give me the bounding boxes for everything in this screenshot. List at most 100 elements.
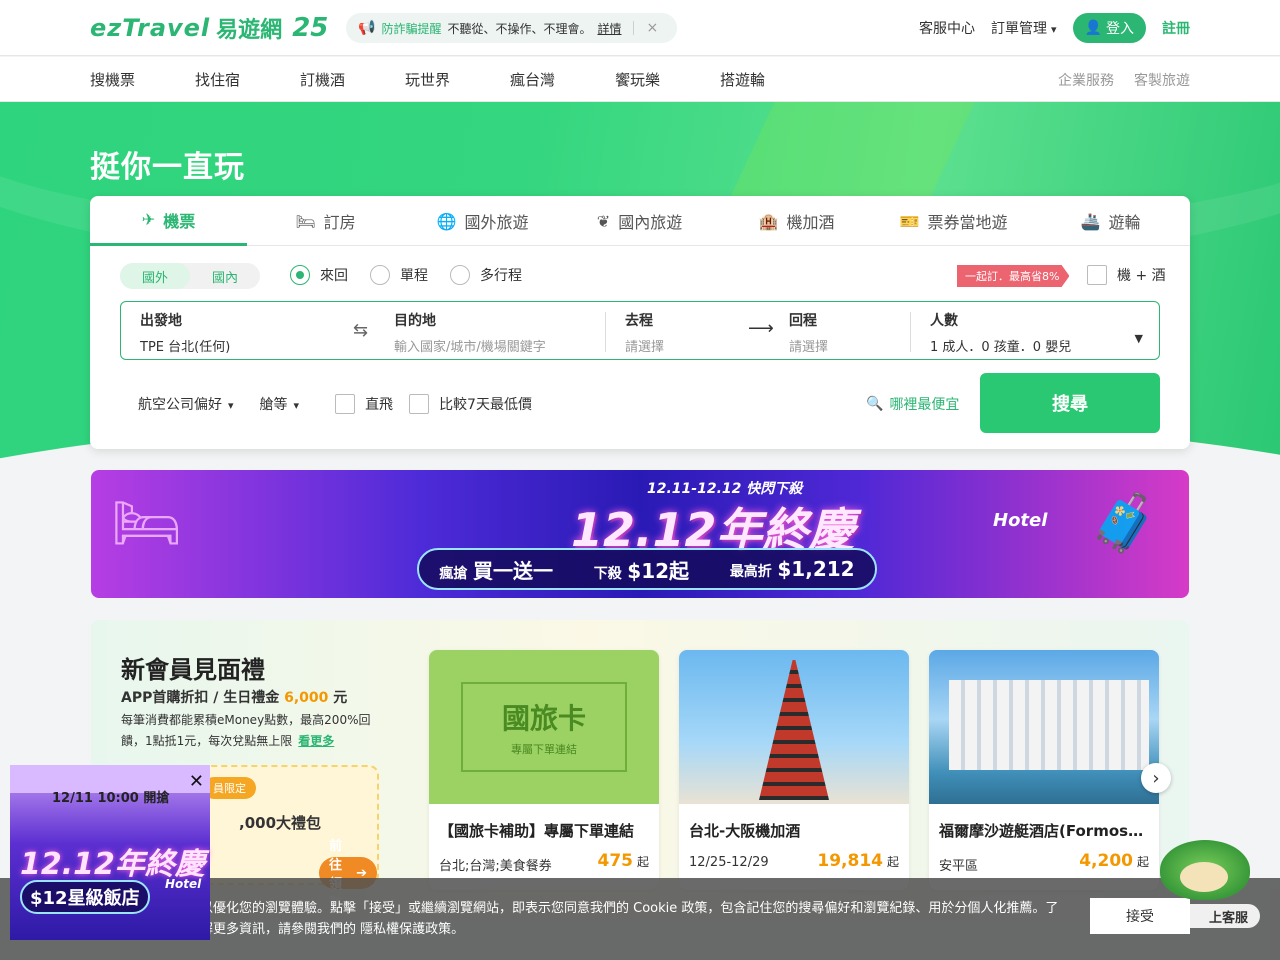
tab-hotels[interactable]: 🛏 訂房 [247, 196, 404, 246]
tab-label: 機加酒 [786, 213, 835, 232]
tab-cruise[interactable]: 🚢 遊輪 [1032, 196, 1189, 246]
tab-flights[interactable]: ✈ 機票 [90, 196, 247, 246]
card-image [929, 650, 1159, 804]
card-price-value: 475 [597, 851, 633, 871]
swap-icon[interactable]: ⇆ [353, 320, 368, 341]
member-benefit-text: APP首購折扣 / 生日禮金 [121, 690, 280, 706]
cheapest-label: 哪裡最便宜 [889, 397, 960, 413]
customer-service-link[interactable]: 客服中心 [919, 18, 975, 38]
arrow-right-icon: ⟶ [748, 318, 774, 339]
register-link[interactable]: 註冊 [1162, 18, 1190, 38]
site-logo[interactable]: ezTravel 易遊網 25 [90, 10, 328, 46]
nav-item-cruise[interactable]: 搭遊輪 [720, 69, 825, 90]
popup-hotel-text: Hotel [165, 877, 202, 891]
direct-label: 直飛 [365, 397, 394, 413]
tab-label: 訂房 [323, 213, 356, 232]
region-domestic[interactable]: 國內 [190, 263, 260, 289]
nav-item-activities[interactable]: 饗玩樂 [615, 69, 720, 90]
header-actions: 客服中心 訂單管理 👤 登入 註冊 [919, 13, 1190, 43]
card-price-suffix: 起 [636, 855, 649, 869]
tab-domestic-tours[interactable]: ❦ 國內旅遊 [561, 196, 718, 246]
popup-date: 12/11 10:00 開搶 [52, 791, 170, 806]
card-title: 福爾摩沙遊艇酒店(Formosa ... [939, 822, 1149, 840]
product-tabs: ✈ 機票 🛏 訂房 🌐 國外旅遊 ❦ 國內旅遊 🏨 機加酒 🎫 票券當地遊 🚢 … [90, 196, 1190, 246]
tab-tickets[interactable]: 🎫 票券當地遊 [875, 196, 1032, 246]
close-icon[interactable]: ✕ [189, 771, 204, 792]
airline-preference-select[interactable]: 航空公司偏好 [138, 394, 234, 414]
ticket-icon: 🎫 [899, 211, 920, 231]
chat-support-widget[interactable]: 上客服 [1150, 840, 1260, 930]
return-date-field[interactable]: 回程 請選擇 [789, 310, 828, 355]
promo-popup[interactable]: 12/11 10:00 開搶 ✕ 12.12年終慶 $12星級飯店 Hotel [10, 765, 210, 940]
bed-icon: 🛏 [295, 211, 316, 231]
megaphone-icon: 📢 [358, 20, 376, 36]
building-icon: 🏨 [758, 211, 779, 231]
product-card[interactable]: 台北-大阪機加酒 12/25-12/29 19,814 起 [679, 650, 909, 890]
member-description: 每筆消費都能累積eMoney點數，最高200%回饋，1點抵1元，每次兌點無上限看… [121, 710, 391, 752]
card-price-value: 19,814 [817, 851, 883, 871]
close-icon[interactable]: × [646, 20, 658, 36]
card-title: 【國旅卡補助】專屬下單連結 [439, 822, 635, 840]
card-image: 國旅卡 專屬下單連結 [429, 650, 659, 804]
fraud-alert-detail-link[interactable]: 詳情 [597, 20, 621, 37]
plane-icon: ✈ [141, 210, 156, 229]
ship-icon: 🚢 [1080, 211, 1101, 231]
banner-offer-3: 最高折 $1,212 [730, 557, 855, 581]
order-management-menu[interactable]: 訂單管理 [991, 18, 1057, 38]
nav-item-flight-hotel[interactable]: 訂機酒 [300, 69, 405, 90]
tab-flight-hotel[interactable]: 🏨 機加酒 [718, 196, 875, 246]
anniversary-badge: 25 [292, 13, 329, 43]
tab-label: 票券當地遊 [927, 213, 1008, 232]
passenger-field[interactable]: 人數 1 成人．0 孩童．0 嬰兒 [930, 310, 1071, 355]
card-subtitle: 安平區 [939, 859, 979, 874]
luggage-icon: 🧳 [1089, 491, 1159, 556]
cheapest-destination-link[interactable]: 🔍 哪裡最便宜 [866, 394, 959, 414]
card-subtitle: 12/25-12/29 [689, 855, 769, 870]
tab-overseas-tours[interactable]: 🌐 國外旅遊 [404, 196, 561, 246]
login-button[interactable]: 👤 登入 [1072, 13, 1146, 43]
nav-item-world[interactable]: 玩世界 [405, 69, 510, 90]
region-overseas[interactable]: 國外 [120, 263, 190, 289]
member-benefit-amount: 6,000 [284, 690, 329, 706]
nav-secondary: 企業服務 客製旅遊 [1058, 70, 1190, 90]
see-more-link[interactable]: 看更多 [298, 734, 334, 748]
card-price: 4,200 起 [1079, 851, 1149, 871]
search-icon: 🔍 [866, 396, 884, 412]
member-title: 新會員見面禮 [121, 656, 265, 684]
flight-hotel-checkbox[interactable]: 機 + 酒 [1087, 265, 1166, 285]
trip-multi[interactable]: 多行程 [450, 265, 522, 285]
nav-item-taiwan[interactable]: 瘋台灣 [510, 69, 615, 90]
product-card[interactable]: 國旅卡 專屬下單連結 【國旅卡補助】專屬下單連結 台北;台灣;美食餐券 475 起 [429, 650, 659, 890]
destination-field[interactable]: 目的地 輸入國家/城市/機場關鍵字 [394, 310, 546, 355]
trip-oneway[interactable]: 單程 [370, 265, 428, 285]
mascot-face-icon [1180, 862, 1228, 892]
tab-label: 遊輪 [1108, 213, 1141, 232]
nav-item-enterprise[interactable]: 企業服務 [1058, 70, 1114, 90]
direct-flight-checkbox[interactable]: 直飛 [335, 394, 393, 414]
passenger-label: 人數 [930, 313, 958, 329]
card-title: 台北-大阪機加酒 [689, 822, 801, 840]
leaf-icon: ❦ [596, 211, 611, 231]
trip-oneway-label: 單程 [400, 268, 428, 284]
banner-offer-1-prefix: 瘋搶 [439, 565, 468, 582]
carousel-next-button[interactable]: › [1141, 763, 1171, 793]
nav-item-hotels[interactable]: 找住宿 [195, 69, 300, 90]
compare-7day-checkbox[interactable]: 比較7天最低價 [409, 394, 532, 414]
search-button[interactable]: 搜尋 [980, 373, 1160, 433]
product-card[interactable]: 福爾摩沙遊艇酒店(Formosa ... 安平區 4,200 起 [929, 650, 1159, 890]
depart-placeholder: 請選擇 [625, 340, 665, 355]
member-benefit-line: APP首購折扣 / 生日禮金 6,000 元 [121, 687, 347, 707]
chevron-down-icon[interactable]: ▼ [1135, 332, 1143, 345]
origin-field[interactable]: 出發地 TPE 台北(任何) [140, 310, 230, 355]
banner-offer-2-prefix: 下殺 [593, 565, 622, 582]
promo-banner[interactable]: 🛏 🧳 Hotel 12.11-12.12 快閃下殺 12.12年終慶 瘋搶 買… [91, 470, 1189, 598]
trip-round[interactable]: 來回 [290, 265, 348, 285]
flight-search-fields: 出發地 TPE 台北(任何) ⇆ 目的地 輸入國家/城市/機場關鍵字 去程 請選… [120, 301, 1160, 360]
search-panel: ✈ 機票 🛏 訂房 🌐 國外旅遊 ❦ 國內旅遊 🏨 機加酒 🎫 票券當地遊 🚢 … [90, 196, 1190, 449]
radio-icon [450, 265, 470, 285]
cabin-class-select[interactable]: 艙等 [260, 394, 300, 414]
nav-item-flights[interactable]: 搜機票 [90, 69, 195, 90]
member-section: 新會員見面禮 APP首購折扣 / 生日禮金 6,000 元 每筆消費都能累積eM… [91, 620, 1189, 920]
nav-item-custom-tour[interactable]: 客製旅遊 [1134, 70, 1190, 90]
depart-date-field[interactable]: 去程 請選擇 [625, 310, 664, 355]
